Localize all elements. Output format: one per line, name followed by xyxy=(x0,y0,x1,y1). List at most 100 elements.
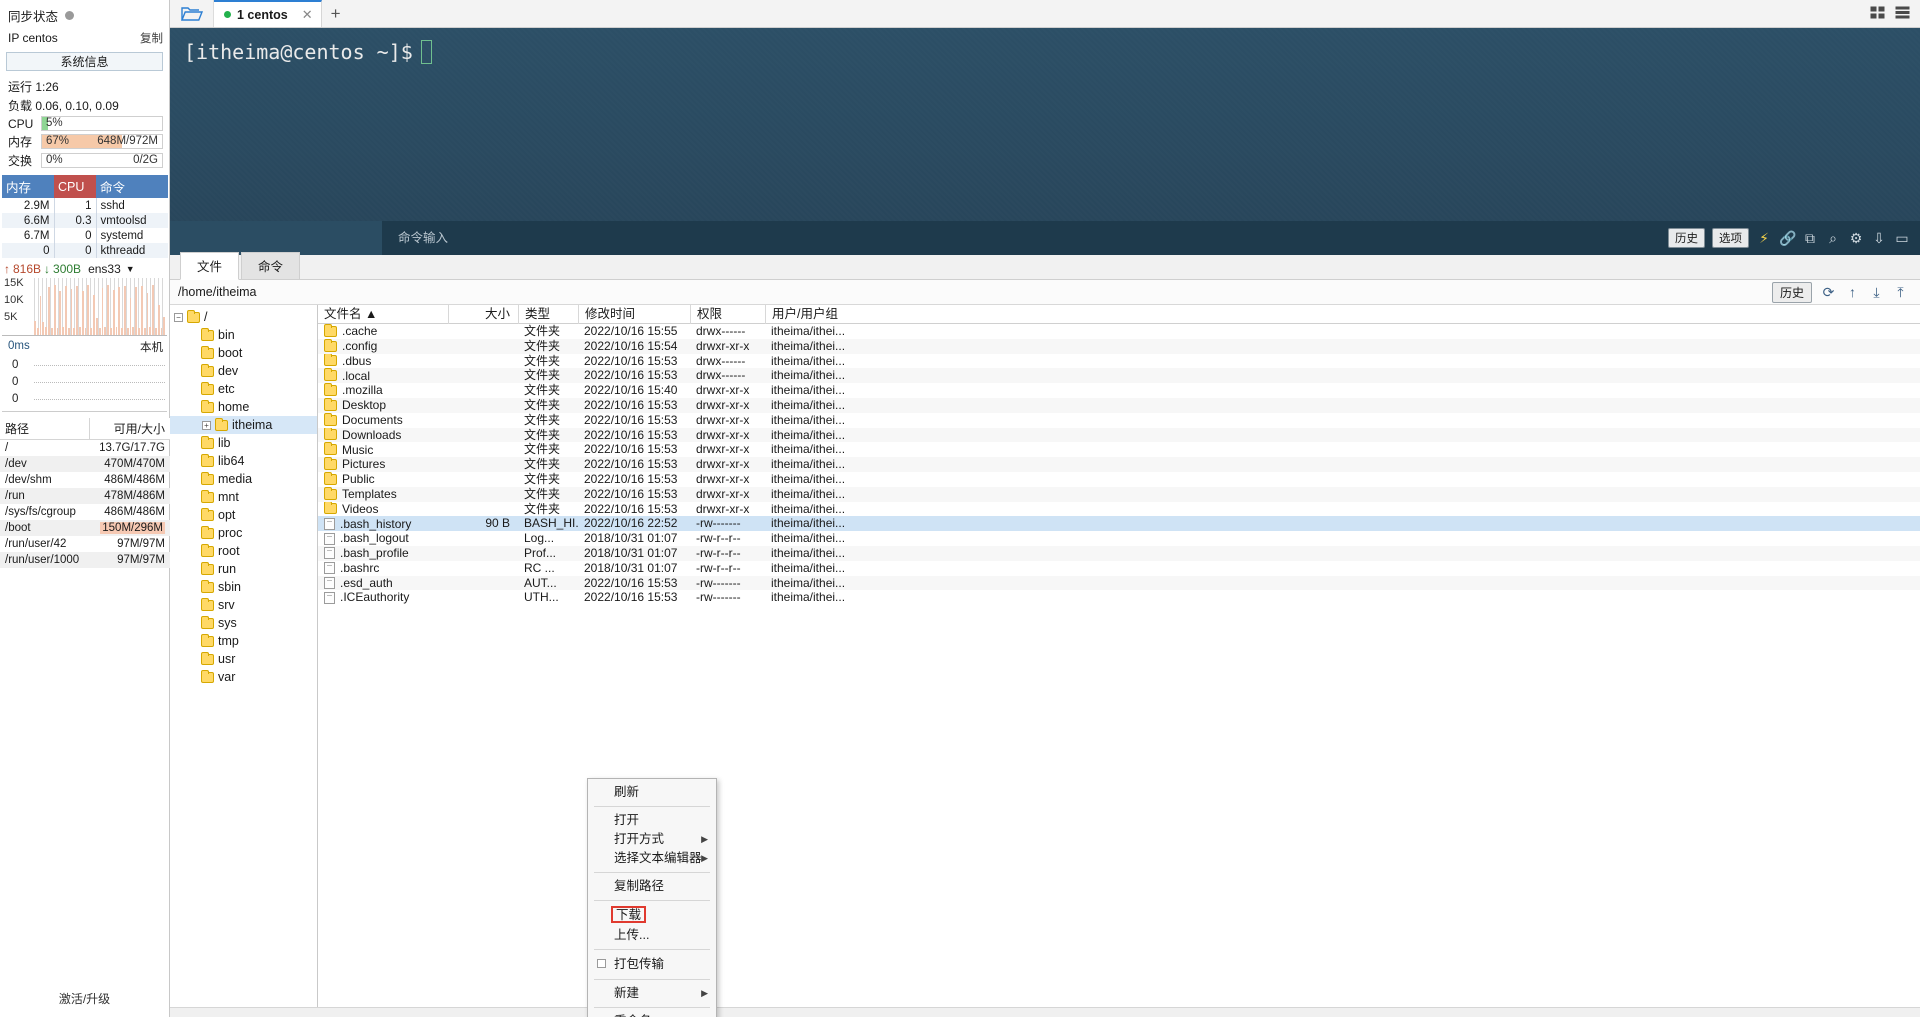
file-row[interactable]: Desktop 文件夹 2022/10/16 15:53 drwxr-xr-x ithe… xyxy=(318,397,1920,413)
disk-row[interactable]: /run/user/42 97M/97M xyxy=(0,536,170,552)
file-row[interactable]: .ICEauthority UTH... 2022/10/16 15:53 -rw--… xyxy=(318,590,1920,605)
disk-row[interactable]: /sys/fs/cgroup 486M/486M xyxy=(0,504,170,520)
tree-node-usr[interactable]: usr xyxy=(170,650,317,668)
context-menu-item[interactable]: 重命名 xyxy=(588,1012,716,1017)
file-row[interactable]: Videos 文件夹 2022/10/16 15:53 drwxr-xr-x ithei… xyxy=(318,501,1920,517)
current-path[interactable]: /home/itheima xyxy=(170,285,1772,299)
file-row[interactable]: .config 文件夹 2022/10/16 15:54 drwxr-xr-x ithe… xyxy=(318,338,1920,354)
file-row[interactable]: Documents 文件夹 2022/10/16 15:53 drwxr-xr-x it… xyxy=(318,412,1920,428)
file-row[interactable]: .dbus 文件夹 2022/10/16 15:53 drwx------ itheim… xyxy=(318,353,1920,369)
copy-icon[interactable]: ⧉ xyxy=(1802,230,1818,247)
tree-node-lib[interactable]: lib xyxy=(170,434,317,452)
column-header-0[interactable]: 文件名 ▲ xyxy=(318,305,448,324)
disk-row[interactable]: / 13.7G/17.7G xyxy=(0,440,170,456)
tree-node-[interactable]: − / xyxy=(170,308,317,326)
horizontal-scrollbar[interactable] xyxy=(170,1007,1920,1017)
system-info-button[interactable]: 系统信息 xyxy=(6,52,163,71)
file-row[interactable]: .bashrc RC ... 2018/10/31 01:07 -rw-r--r-- i… xyxy=(318,561,1920,576)
tree-node-bin[interactable]: bin xyxy=(170,326,317,344)
file-row[interactable]: .esd_auth AUT... 2022/10/16 15:53 -rw------… xyxy=(318,575,1920,591)
context-menu-item[interactable]: 刷新 xyxy=(588,783,716,802)
expand-icon[interactable]: + xyxy=(202,420,211,430)
tree-node-etc[interactable]: etc xyxy=(170,380,317,398)
collapse-icon[interactable]: − xyxy=(174,312,183,322)
tree-node-mnt[interactable]: mnt xyxy=(170,488,317,506)
tree-node-home[interactable]: home xyxy=(170,398,317,416)
disk-row[interactable]: /dev/shm 486M/486M xyxy=(0,472,170,488)
tree-node-sys[interactable]: sys xyxy=(170,614,317,632)
context-menu-item[interactable]: 新建 ▶ xyxy=(588,984,716,1003)
link-icon[interactable]: 🔗 xyxy=(1779,230,1796,247)
tree-node-media[interactable]: media xyxy=(170,470,317,488)
file-row[interactable]: Downloads 文件夹 2022/10/16 15:53 drwxr-xr-x it… xyxy=(318,427,1920,443)
tree-node-proc[interactable]: proc xyxy=(170,524,317,542)
column-header-5[interactable]: 用户/用户组 xyxy=(765,305,885,324)
tree-node-root[interactable]: root xyxy=(170,542,317,560)
file-history-button[interactable]: 历史 xyxy=(1771,281,1812,303)
folder-open-icon[interactable] xyxy=(170,0,214,27)
column-header-4[interactable]: 权限 xyxy=(690,305,765,324)
disk-row[interactable]: /run 478M/486M xyxy=(0,487,170,504)
bolt-icon[interactable]: ⚡ xyxy=(1756,230,1772,247)
col-mem[interactable]: 内存 xyxy=(2,175,54,198)
window-icon[interactable]: ▭ xyxy=(1894,230,1910,247)
terminal-output[interactable]: [itheima@centos ~]$ xyxy=(170,28,1920,221)
options-button[interactable]: 选项 xyxy=(1712,228,1749,248)
context-menu-item[interactable]: 打开 xyxy=(588,811,716,830)
up-icon[interactable]: ↑ xyxy=(1845,284,1860,300)
close-icon[interactable]: ✕ xyxy=(302,7,313,23)
tree-node-tmp[interactable]: tmp xyxy=(170,632,317,650)
process-row[interactable]: 6.6M 0.3 vmtoolsd xyxy=(2,213,168,228)
upload-icon[interactable]: ⤒ xyxy=(1893,284,1908,301)
checkbox-icon[interactable] xyxy=(597,959,606,968)
file-row[interactable]: Templates 文件夹 2022/10/16 15:53 drwxr-xr-x it… xyxy=(318,486,1920,502)
process-row[interactable]: 0 0 kthreadd xyxy=(2,243,168,258)
tree-node-var[interactable]: var xyxy=(170,668,317,686)
file-row[interactable]: .mozilla 文件夹 2022/10/16 15:40 drwxr-xr-x ith… xyxy=(318,383,1920,398)
disk-row[interactable]: /run/user/1000 97M/97M xyxy=(0,551,170,568)
grid-icon[interactable] xyxy=(1870,6,1885,22)
file-row[interactable]: .local 文件夹 2022/10/16 15:53 drwx------ ithei… xyxy=(318,368,1920,384)
tree-node-boot[interactable]: boot xyxy=(170,344,317,362)
history-button[interactable]: 历史 xyxy=(1668,228,1705,248)
list-icon[interactable] xyxy=(1895,6,1910,22)
file-row[interactable]: .bash_profile Prof... 2018/10/31 01:07 -rw-… xyxy=(318,545,1920,561)
disk-row[interactable]: /boot 150M/296M xyxy=(0,519,170,536)
chevron-down-icon[interactable]: ▼ xyxy=(126,264,135,274)
col-cpu[interactable]: CPU xyxy=(54,175,96,198)
tree-node-sbin[interactable]: sbin xyxy=(170,578,317,596)
tree-node-run[interactable]: run xyxy=(170,560,317,578)
process-row[interactable]: 6.7M 0 systemd xyxy=(2,228,168,243)
download-icon[interactable]: ⇩ xyxy=(1871,230,1887,247)
file-panel-tab[interactable]: 文件 xyxy=(180,252,240,280)
file-row[interactable]: .cache 文件夹 2022/10/16 15:55 drwx------ ithei… xyxy=(318,324,1920,339)
context-menu-item[interactable]: 选择文本编辑器 ▶ xyxy=(588,849,716,868)
file-panel-tab[interactable]: 命令 xyxy=(241,252,301,279)
disk-row[interactable]: /dev 470M/470M xyxy=(0,455,170,472)
download-icon[interactable]: ⤓ xyxy=(1869,284,1884,301)
copy-button[interactable]: 复制 xyxy=(140,30,163,46)
context-menu-item[interactable]: 打开方式 ▶ xyxy=(588,830,716,849)
file-row[interactable]: .bash_logout Log... 2018/10/31 01:07 -rw-r-… xyxy=(318,531,1920,546)
file-row[interactable]: Pictures 文件夹 2022/10/16 15:53 drwxr-xr-x ith… xyxy=(318,457,1920,472)
process-row[interactable]: 2.9M 1 sshd xyxy=(2,198,168,213)
context-menu-item[interactable]: 打包传输 xyxy=(588,954,716,975)
tree-node-itheima[interactable]: + itheima xyxy=(170,416,317,434)
gear-icon[interactable]: ⚙ xyxy=(1848,230,1864,247)
column-header-2[interactable]: 类型 xyxy=(518,305,578,324)
file-row[interactable]: Public 文件夹 2022/10/16 15:53 drwxr-xr-x ithei… xyxy=(318,471,1920,487)
file-row[interactable]: Music 文件夹 2022/10/16 15:53 drwxr-xr-x itheim… xyxy=(318,442,1920,457)
command-input[interactable]: 命令输入 xyxy=(382,221,1668,255)
column-header-1[interactable]: 大小 xyxy=(448,305,518,324)
context-menu-item[interactable]: 上传... xyxy=(588,926,716,945)
terminal-tab-centos[interactable]: 1 centos ✕ xyxy=(214,0,322,27)
activate-upgrade-link[interactable]: 激活/升级 xyxy=(0,990,169,1007)
tree-node-opt[interactable]: opt xyxy=(170,506,317,524)
tree-node-lib64[interactable]: lib64 xyxy=(170,452,317,470)
tree-node-dev[interactable]: dev xyxy=(170,362,317,380)
context-menu-item[interactable]: 复制路径 xyxy=(588,877,716,896)
context-menu-item[interactable]: 下载 xyxy=(588,905,716,926)
col-cmd[interactable]: 命令 xyxy=(96,175,168,198)
refresh-icon[interactable]: ⟳ xyxy=(1821,284,1836,301)
tree-node-srv[interactable]: srv xyxy=(170,596,317,614)
